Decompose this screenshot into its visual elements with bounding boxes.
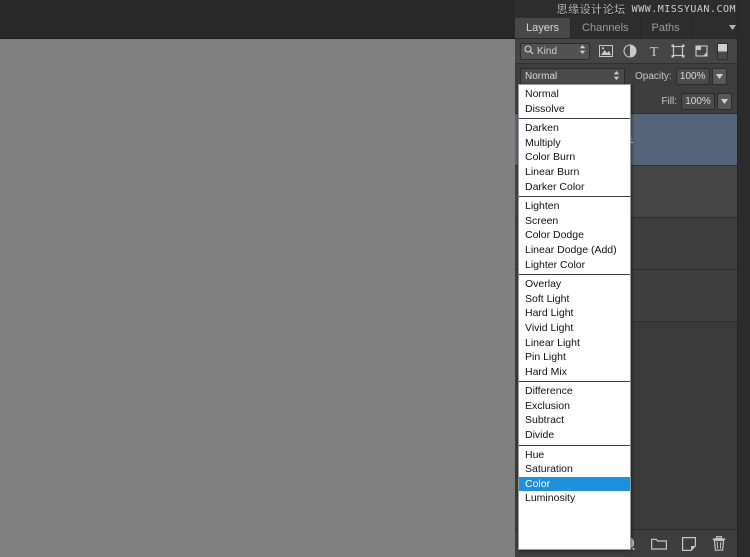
blend-mode-option[interactable]: Pin Light bbox=[519, 350, 630, 365]
adjustment-layer-filter-icon[interactable] bbox=[621, 43, 638, 60]
blend-mode-option[interactable]: Saturation bbox=[519, 462, 630, 477]
blend-mode-option[interactable]: Soft Light bbox=[519, 292, 630, 307]
blend-mode-option[interactable]: Lighter Color bbox=[519, 258, 630, 273]
opacity-label: Opacity: bbox=[635, 71, 672, 82]
filter-kind-select[interactable]: Kind bbox=[520, 43, 590, 60]
document-canvas[interactable] bbox=[0, 38, 517, 557]
blend-mode-option[interactable]: Normal bbox=[519, 87, 630, 102]
shape-layer-filter-icon[interactable] bbox=[669, 43, 686, 60]
blend-mode-group: OverlaySoft LightHard LightVivid LightLi… bbox=[519, 274, 630, 381]
watermark-strip: 思缘设计论坛 WWW.MISSYUAN.COM bbox=[515, 0, 750, 18]
watermark-cn-text: 思缘设计论坛 bbox=[557, 1, 626, 17]
filter-kind-label: Kind bbox=[537, 46, 576, 57]
fill-value-field[interactable]: 100% bbox=[681, 93, 715, 110]
tab-paths[interactable]: Paths bbox=[641, 18, 692, 38]
new-layer-icon[interactable] bbox=[680, 535, 697, 552]
smart-object-filter-icon[interactable] bbox=[693, 43, 710, 60]
blend-mode-value: Normal bbox=[525, 71, 557, 82]
blend-mode-option[interactable]: Dissolve bbox=[519, 102, 630, 117]
photoshop-window: 思缘设计论坛 WWW.MISSYUAN.COM Layers Channels … bbox=[0, 0, 750, 557]
tab-channels[interactable]: Channels bbox=[571, 18, 640, 38]
tab-layers[interactable]: Layers bbox=[515, 18, 571, 38]
panel-tab-bar: Layers Channels Paths bbox=[515, 18, 737, 39]
blend-mode-option[interactable]: Hard Mix bbox=[519, 365, 630, 380]
fill-label: Fill: bbox=[661, 96, 677, 107]
blend-mode-group: DifferenceExclusionSubtractDivide bbox=[519, 381, 630, 444]
blend-mode-option[interactable]: Hard Light bbox=[519, 306, 630, 321]
fill-dropdown-arrow[interactable] bbox=[717, 93, 732, 110]
blend-mode-option[interactable]: Overlay bbox=[519, 277, 630, 292]
chevron-updown-icon bbox=[579, 42, 586, 60]
blend-mode-option[interactable]: Color Dodge bbox=[519, 228, 630, 243]
blend-mode-group: DarkenMultiplyColor BurnLinear BurnDarke… bbox=[519, 118, 630, 196]
watermark-en-text: WWW.MISSYUAN.COM bbox=[632, 4, 736, 15]
blend-mode-option[interactable]: Exclusion bbox=[519, 399, 630, 414]
dock-right-rail bbox=[737, 0, 750, 557]
opacity-value-field[interactable]: 100% bbox=[676, 68, 710, 85]
blend-mode-dropdown[interactable]: NormalDissolveDarkenMultiplyColor BurnLi… bbox=[518, 84, 631, 550]
blend-mode-option[interactable]: Divide bbox=[519, 428, 630, 443]
blend-mode-option[interactable]: Color Burn bbox=[519, 150, 630, 165]
blend-mode-select[interactable]: Normal bbox=[520, 68, 625, 86]
blend-mode-option[interactable]: Lighten bbox=[519, 199, 630, 214]
pixel-layer-filter-icon[interactable] bbox=[597, 43, 614, 60]
chevron-updown-icon bbox=[613, 70, 620, 83]
blend-mode-option[interactable]: Linear Dodge (Add) bbox=[519, 243, 630, 258]
svg-text:T: T bbox=[649, 45, 658, 58]
blend-mode-option[interactable]: Darker Color bbox=[519, 180, 630, 195]
blend-mode-option[interactable]: Hue bbox=[519, 448, 630, 463]
blend-mode-group: NormalDissolve bbox=[519, 85, 630, 118]
blend-mode-option[interactable]: Linear Light bbox=[519, 336, 630, 351]
blend-mode-option[interactable]: Luminosity bbox=[519, 491, 630, 506]
new-group-icon[interactable] bbox=[650, 535, 667, 552]
type-layer-filter-icon[interactable]: T bbox=[645, 43, 662, 60]
opacity-dropdown-arrow[interactable] bbox=[712, 68, 727, 85]
search-icon bbox=[524, 42, 534, 60]
blend-mode-option[interactable]: Color bbox=[519, 477, 630, 492]
blend-mode-option[interactable]: Screen bbox=[519, 214, 630, 229]
blend-mode-option[interactable]: Difference bbox=[519, 384, 630, 399]
blend-mode-option[interactable]: Vivid Light bbox=[519, 321, 630, 336]
filter-enable-toggle[interactable] bbox=[717, 43, 728, 60]
blend-mode-group: HueSaturationColorLuminosity bbox=[519, 445, 630, 508]
blend-mode-option[interactable]: Multiply bbox=[519, 136, 630, 151]
delete-layer-icon[interactable] bbox=[710, 535, 727, 552]
blend-mode-option[interactable]: Subtract bbox=[519, 413, 630, 428]
blend-mode-option[interactable]: Darken bbox=[519, 121, 630, 136]
layer-filter-row: Kind bbox=[515, 39, 737, 64]
blend-mode-group: LightenScreenColor DodgeLinear Dodge (Ad… bbox=[519, 196, 630, 274]
blend-mode-option[interactable]: Linear Burn bbox=[519, 165, 630, 180]
